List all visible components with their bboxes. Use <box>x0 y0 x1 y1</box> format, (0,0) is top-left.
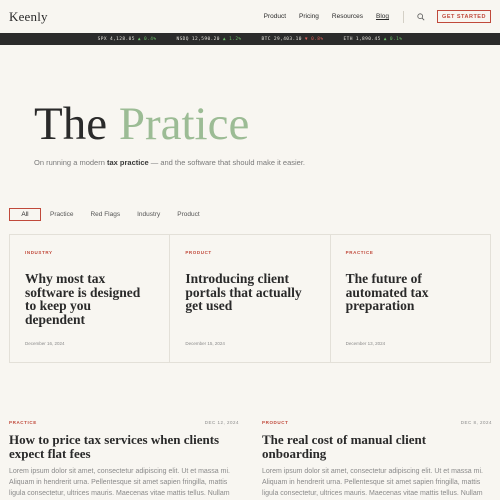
market-ticker: SPX 4,128.05 ▲ 0.4% NSDQ 12,590.20 ▲ 1.2… <box>0 33 500 45</box>
page-subtitle: On running a modern tax practice — and t… <box>34 158 474 167</box>
featured-card[interactable]: PRODUCT Introducing client portals that … <box>170 235 331 362</box>
card-title[interactable]: Introducing client portals that actually… <box>185 272 314 313</box>
ticker-item: NSDQ 12,590.20 ▲ 1.2% <box>176 37 241 42</box>
ticker-item: SPX 4,128.05 ▲ 0.4% <box>98 37 157 42</box>
featured-card[interactable]: PRACTICE The future of automated tax pre… <box>331 235 491 362</box>
filter-all[interactable]: All <box>9 208 41 221</box>
nav-blog[interactable]: Blog <box>376 13 389 20</box>
article-card[interactable]: PRODUCT DEC 8, 2024 The real cost of man… <box>262 420 492 499</box>
ticker-symbol: BTC <box>261 36 271 42</box>
ticker-item: BTC 29,403.10 ▼ 0.8% <box>262 37 324 42</box>
filter-industry[interactable]: Industry <box>137 211 160 218</box>
subtitle-pre: On running a modern <box>34 158 107 167</box>
article-excerpt: Lorem ipsum dolor sit amet, consectetur … <box>9 468 230 497</box>
page-title-accent: Pratice <box>118 98 250 150</box>
ticker-item: ETH 1,890.45 ▲ 0.1% <box>344 37 403 42</box>
ticker-change: ▲ 1.2% <box>222 36 242 42</box>
card-title[interactable]: The future of automated tax preparation <box>346 272 475 313</box>
card-date: December 16, 2024 <box>25 341 65 346</box>
get-started-button[interactable]: GET STARTED <box>437 10 491 23</box>
filter-practice[interactable]: Practice <box>50 211 73 218</box>
site-header: Keenly Product Pricing Resources Blog GE… <box>0 0 500 33</box>
article-title[interactable]: How to price tax services when clients e… <box>9 433 239 461</box>
nav-resources[interactable]: Resources <box>332 13 363 20</box>
article-meta: PRACTICE DEC 12, 2024 <box>9 420 239 425</box>
card-title[interactable]: Why most tax software is designed to kee… <box>25 272 154 326</box>
ticker-change: ▲ 0.4% <box>137 36 157 42</box>
hero: The Pratice On running a modern tax prac… <box>34 98 474 167</box>
article-excerpt: Lorem ipsum dolor sit amet, consectetur … <box>262 468 483 497</box>
ticker-price: 29,403.10 <box>273 36 302 42</box>
article-card[interactable]: PRACTICE DEC 12, 2024 How to price tax s… <box>9 420 239 499</box>
nav-pricing[interactable]: Pricing <box>299 13 319 20</box>
card-category: INDUSTRY <box>25 250 53 255</box>
nav-divider <box>403 10 404 23</box>
article-meta: PRODUCT DEC 8, 2024 <box>262 420 492 425</box>
ticker-price: 4,128.05 <box>109 36 135 42</box>
ticker-price: 1,890.45 <box>355 36 381 42</box>
ticker-price: 12,590.20 <box>191 36 220 42</box>
main-nav: Product Pricing Resources Blog GET START… <box>264 10 491 23</box>
article-category: PRODUCT <box>262 420 289 425</box>
card-category: PRODUCT <box>185 250 212 255</box>
ticker-change: ▲ 0.1% <box>383 36 403 42</box>
ticker-change: ▼ 0.8% <box>304 36 324 42</box>
card-date: December 15, 2024 <box>185 341 225 346</box>
article-category: PRACTICE <box>9 420 37 425</box>
ticker-symbol: ETH <box>343 36 353 42</box>
nav-product[interactable]: Product <box>264 13 286 20</box>
article-date: DEC 12, 2024 <box>204 420 239 425</box>
category-filters: All Practice Red Flags Industry Product <box>9 208 217 221</box>
filter-red-flags[interactable]: Red Flags <box>90 211 120 218</box>
featured-articles: INDUSTRY Why most tax software is design… <box>9 234 491 363</box>
logo[interactable]: Keenly <box>9 9 48 25</box>
featured-card[interactable]: INDUSTRY Why most tax software is design… <box>10 235 171 362</box>
card-date: December 13, 2024 <box>345 341 386 346</box>
search-icon[interactable] <box>416 12 426 22</box>
ticker-symbol: NSDQ <box>176 36 189 42</box>
subtitle-post: — and the software that should make it e… <box>148 158 306 167</box>
filter-product[interactable]: Product <box>177 211 199 218</box>
subtitle-bold: tax practice <box>106 158 149 167</box>
ticker-symbol: SPX <box>97 36 107 42</box>
article-date: DEC 8, 2024 <box>460 420 492 425</box>
page-title: The Pratice <box>34 98 474 150</box>
page-title-main: The <box>34 98 119 150</box>
card-category: PRACTICE <box>345 250 374 255</box>
article-title[interactable]: The real cost of manual client onboardin… <box>262 433 492 461</box>
